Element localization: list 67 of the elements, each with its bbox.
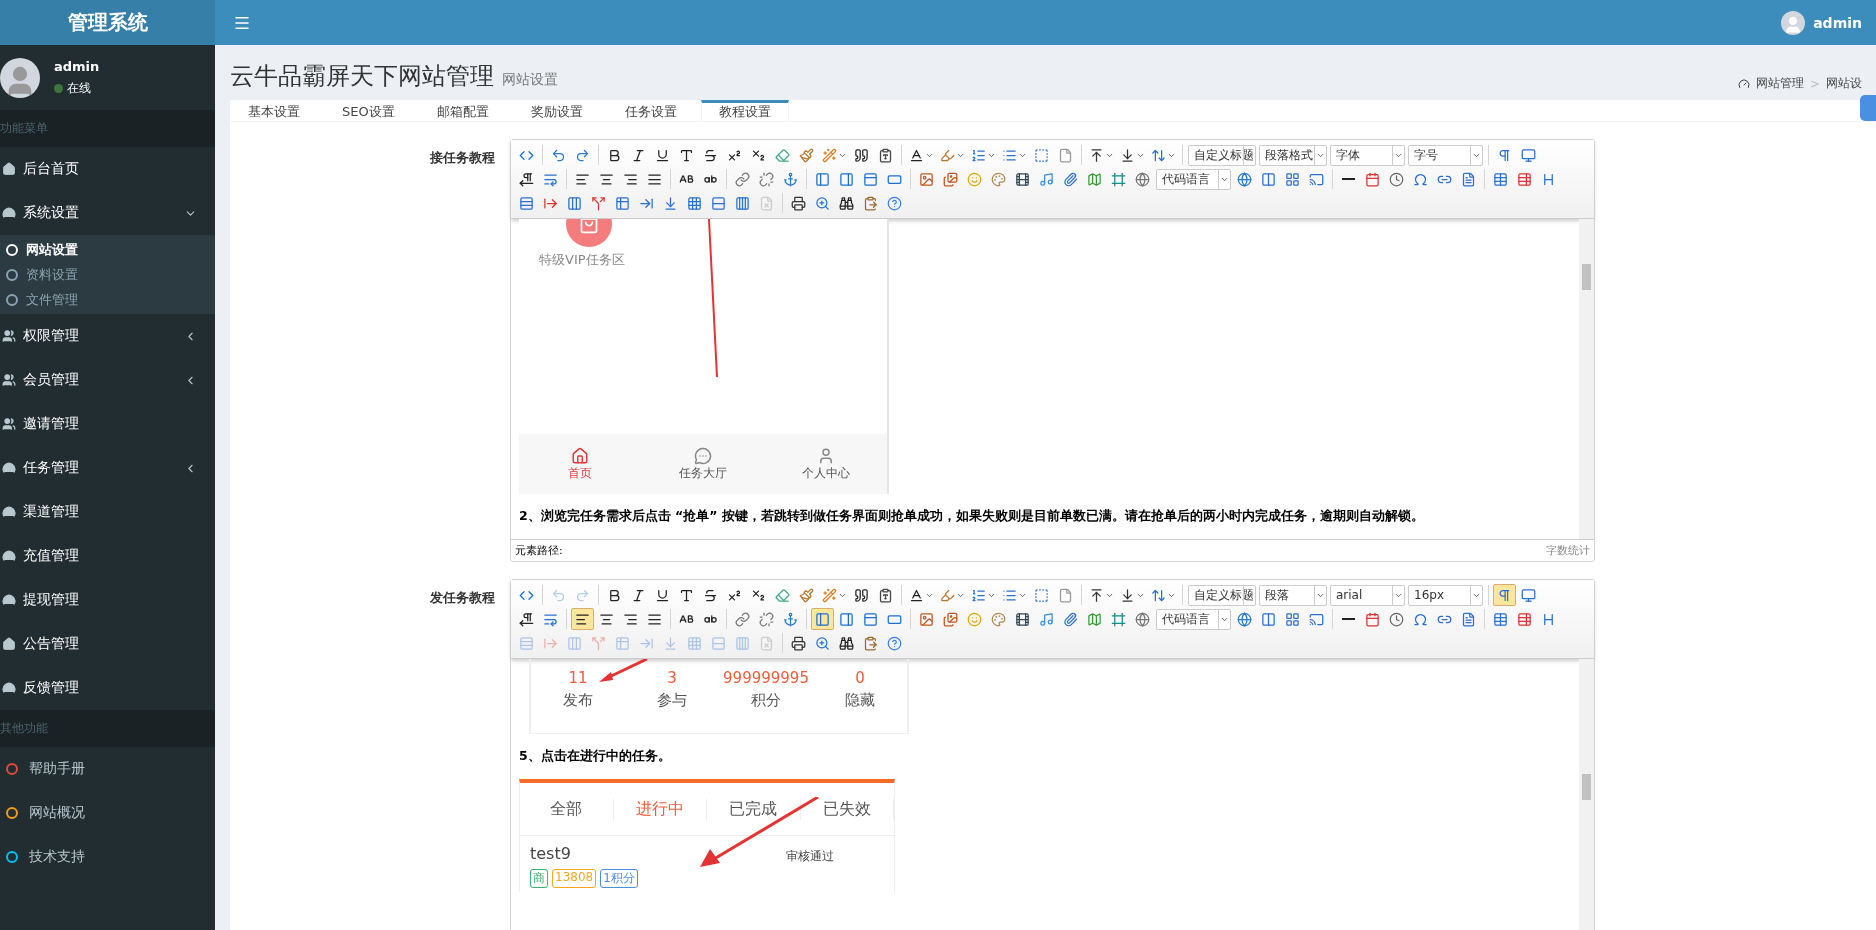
stat-label: 参与 [657,691,687,710]
dropdown-field[interactable]: 代码语言 [1156,168,1231,190]
field-label: 接任务教程 [429,149,495,167]
username: admin [54,58,100,74]
stat-value: 999999995 [723,669,809,687]
stat-value: 3 [667,669,677,687]
menu-item[interactable]: 反馈管理 [0,666,215,710]
dropdown-field[interactable]: 段落格式 [1259,144,1327,166]
tag: 13808 [552,869,597,888]
task-title: test9 [530,844,571,865]
page-title: 云牛品霸屏天下网站管理 网站设置 [230,61,558,92]
tab[interactable]: 教程设置 [700,100,789,121]
menu-item[interactable]: 权限管理 [0,314,215,358]
breadcrumb-link[interactable]: 网站管理 [1755,75,1804,92]
menu-item[interactable]: 网站概况 [0,791,215,835]
tab[interactable]: 基本设置 [230,100,318,121]
task-status: 审核通过 [786,848,834,865]
dropdown-field[interactable]: 字号 [1408,144,1483,166]
nav-tab[interactable]: 首页 [519,434,642,494]
status-text: 在线 [67,79,91,97]
menu-item[interactable]: 会员管理 [0,358,215,402]
menu-item[interactable]: 帮助手册 [0,747,215,791]
dropdown-field[interactable]: 代码语言 [1156,608,1231,630]
status-tab[interactable]: 已失效 [800,798,894,820]
brand-title: 管理系统 [0,0,215,45]
field-label: 发任务教程 [429,589,495,607]
nav-tab[interactable]: 任务大厅 [641,434,765,494]
tab[interactable]: 邮箱配置 [418,100,507,121]
menu-item[interactable]: 后台首页 [0,147,215,191]
menu-item[interactable]: 提现管理 [0,578,215,622]
stat-value: 0 [855,669,865,687]
tab[interactable]: 任务设置 [606,100,695,121]
status-tab[interactable]: 全部 [520,798,614,820]
paragraph: 2、浏览完任务需求后点击 “抢单” 按键，若跳转到做任务界面则抢单成功，如果失败则是目前单数已满。请在抢单后的两小时内完成任务，逾期则自动解锁。 [519,508,1425,525]
menu-section-header: 功能菜单 [0,110,215,147]
dropdown-field[interactable]: 段落 [1259,584,1327,606]
stat-label: 积分 [751,691,781,710]
menu-item[interactable]: 系统设置 [0,191,215,235]
username: admin [1813,14,1862,31]
tab[interactable]: SEO设置 [324,100,413,121]
breadcrumb-separator: > [1809,76,1820,91]
status-tab[interactable]: 已完成 [707,798,801,820]
dropdown-field[interactable]: 16px [1408,584,1483,606]
menu-item[interactable]: 技术支持 [0,835,215,879]
tag: 1积分 [600,869,638,888]
tab[interactable]: 奖励设置 [512,100,601,121]
submenu-item[interactable]: 网站设置 [0,237,215,262]
menu-item[interactable]: 渠道管理 [0,490,215,534]
vip-label: 特级VIP任务区 [539,251,625,269]
stat-label: 隐藏 [845,691,875,710]
stat-label: 发布 [563,691,593,710]
submenu-item[interactable]: 资料设置 [0,262,215,287]
paragraph: 5、点击在进行中的任务。 [519,748,672,765]
menu-item[interactable]: 充值管理 [0,534,215,578]
submenu-item[interactable]: 文件管理 [0,287,215,312]
menu-section-header: 其他功能 [0,710,215,747]
menu-item[interactable]: 任务管理 [0,446,215,490]
breadcrumb-link[interactable]: 网站设 [1826,75,1862,92]
nav-tab[interactable]: 个人中心 [764,434,887,494]
dropdown-field[interactable]: arial [1330,584,1405,606]
tag: 商 [530,869,548,888]
element-path: 元素路径: [515,543,563,558]
word-count: 字数统计 [1546,543,1590,558]
menu-item[interactable]: 邀请管理 [0,402,215,446]
stat-value: 11 [568,669,588,687]
dropdown-field[interactable]: 字体 [1330,144,1405,166]
menu-item[interactable]: 公告管理 [0,622,215,666]
